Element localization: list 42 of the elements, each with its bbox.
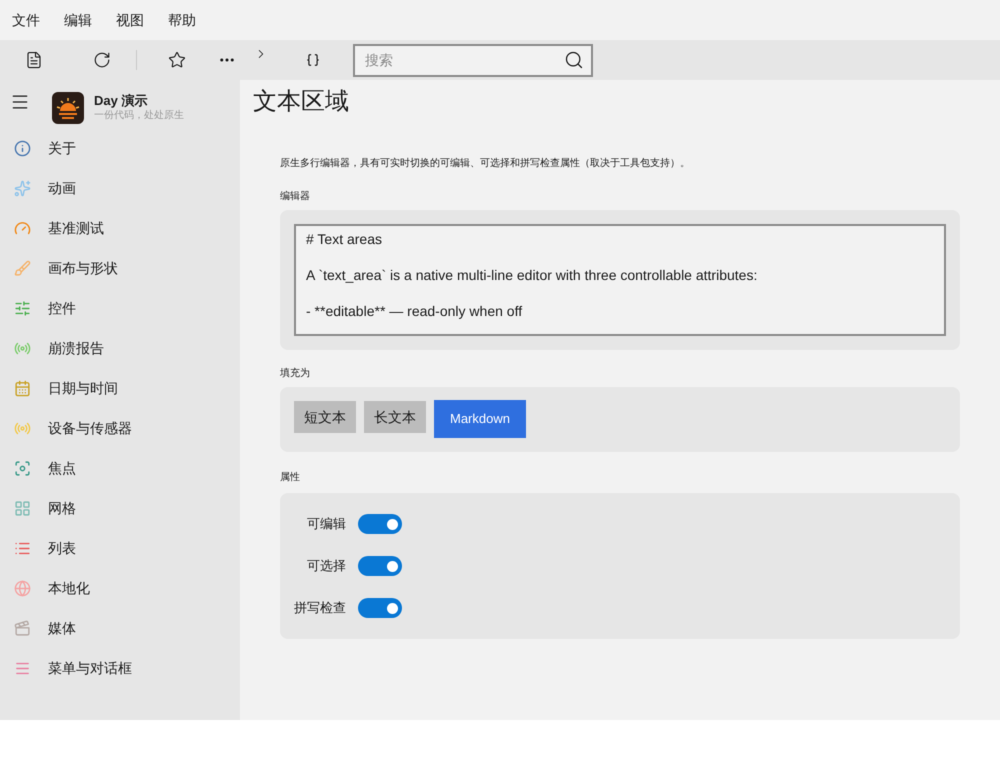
fill-button[interactable]: Markdown	[434, 400, 526, 438]
section-label: 填充为	[280, 366, 311, 381]
app-tagline: 一份代码，处处原生	[94, 110, 184, 122]
toggle-label: 拼写检查	[293, 599, 346, 618]
sidebar-item[interactable]: 网格	[0, 488, 240, 528]
sidebar-item[interactable]: 基准测试	[0, 208, 240, 248]
sidebar-item[interactable]: 设备与传感器	[0, 408, 240, 448]
sidebar-item[interactable]: 日期与时间	[0, 368, 240, 408]
sidebar-item[interactable]: 控件	[0, 288, 240, 328]
page-description: 原生多行编辑器，具有可实时切换的可编辑、可选择和拼写检查属性（取决于工具包支持）。	[280, 156, 691, 171]
sidebar-item[interactable]: 关于	[0, 128, 240, 168]
new-file-icon[interactable]	[25, 51, 43, 69]
app-logo-icon	[52, 92, 84, 124]
braces-icon[interactable]	[306, 53, 320, 67]
sidebar-item[interactable]: 动画	[0, 168, 240, 208]
search-icon[interactable]	[564, 50, 584, 70]
toggle-label: 可编辑	[306, 515, 346, 534]
sidebar-item[interactable]: 本地化	[0, 568, 240, 608]
section-label: 属性	[280, 470, 301, 485]
section-label: 编辑器	[280, 190, 311, 204]
page-title: 文本区域	[253, 87, 350, 117]
fill-button[interactable]: 长文本	[364, 401, 426, 433]
sidebar-item[interactable]: 媒体	[0, 608, 240, 648]
sidebar-item[interactable]: 崩溃报告	[0, 328, 240, 368]
sidebar-item[interactable]: 焦点	[0, 448, 240, 488]
toggle-switch[interactable]	[358, 556, 402, 576]
toggle-label: 可选择	[306, 557, 346, 576]
sidebar-item[interactable]: 画布与形状	[0, 248, 240, 288]
menu-item[interactable]: 帮助	[168, 10, 196, 30]
sidebar-item[interactable]: 列表	[0, 528, 240, 568]
app-name: Day 演示	[94, 92, 148, 110]
search-field[interactable]: 搜索	[353, 44, 593, 76]
refresh-icon[interactable]	[93, 51, 111, 69]
menu-item[interactable]: 视图	[116, 10, 144, 30]
toggle-switch[interactable]	[358, 514, 402, 534]
text-area[interactable]: # Text areas A `text_area` is a native multi-line editor with three controllable attributes: - **editable** — read-only when off	[294, 224, 946, 336]
sidebar-item[interactable]: 菜单与对话框	[0, 648, 240, 688]
menu-item[interactable]: 文件	[12, 10, 40, 30]
star-icon[interactable]	[168, 51, 186, 69]
menu-item[interactable]: 编辑	[64, 10, 92, 30]
toggle-switch[interactable]	[358, 598, 402, 618]
fill-button[interactable]: 短文本	[294, 401, 356, 433]
